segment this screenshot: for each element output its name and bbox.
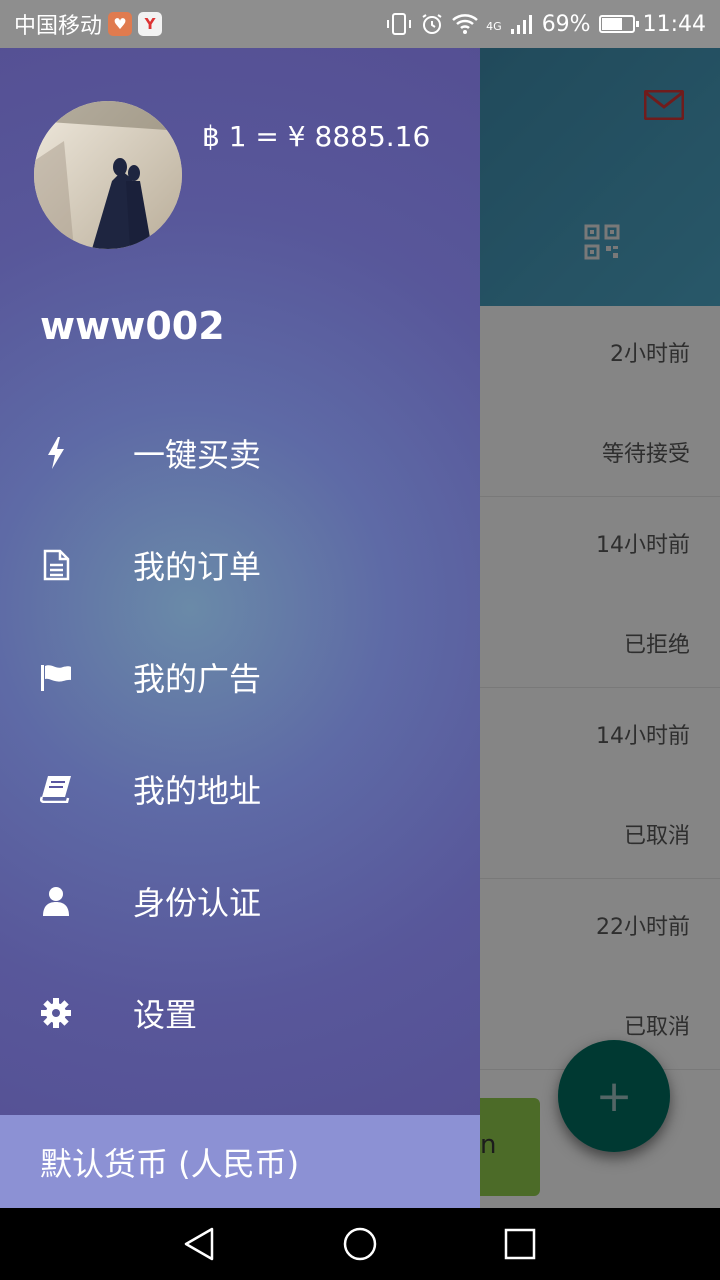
alarm-icon bbox=[422, 14, 442, 34]
recents-icon[interactable] bbox=[502, 1226, 538, 1262]
menu-item-label: 身份认证 bbox=[133, 884, 262, 922]
menu-item-quick-trade[interactable]: 一键买卖 bbox=[0, 397, 480, 509]
status-bar: 中国移动 ♥ Y 4G 69% 11:44 bbox=[0, 0, 720, 48]
health-app-notification-icon: ♥ bbox=[108, 12, 133, 36]
gear-icon bbox=[40, 997, 72, 1029]
bolt-icon bbox=[40, 437, 72, 469]
battery-icon bbox=[598, 15, 639, 33]
default-currency-selector[interactable]: 默认货币 (人民币) bbox=[0, 1115, 480, 1208]
battery-percent: 69% bbox=[541, 11, 591, 37]
navigation-drawer: ฿ 1 = ¥ 8885.16 www002 一键买卖 我的订单 我的广告 我的… bbox=[0, 48, 480, 1208]
menu-item-my-ads[interactable]: 我的广告 bbox=[0, 621, 480, 733]
avatar-photo bbox=[34, 101, 182, 249]
menu-item-my-address[interactable]: 我的地址 bbox=[0, 733, 480, 845]
menu-item-identity-verification[interactable]: 身份认证 bbox=[0, 845, 480, 957]
home-icon[interactable] bbox=[342, 1226, 378, 1262]
network-type: 4G bbox=[486, 19, 502, 33]
fab-scrim bbox=[558, 1040, 670, 1152]
exchange-rate: ฿ 1 = ¥ 8885.16 bbox=[202, 120, 431, 153]
menu-item-label: 我的地址 bbox=[133, 772, 262, 810]
menu-item-label: 设置 bbox=[133, 996, 198, 1034]
menu-item-settings[interactable]: 设置 bbox=[0, 957, 480, 1069]
menu-item-label: 一键买卖 bbox=[133, 436, 262, 474]
flag-icon bbox=[40, 661, 72, 693]
carrier-name: 中国移动 bbox=[14, 14, 103, 39]
menu-item-label: 我的订单 bbox=[133, 548, 262, 586]
clock: 11:44 bbox=[642, 11, 706, 37]
user-icon bbox=[40, 885, 72, 917]
wifi-icon bbox=[452, 14, 478, 34]
menu-item-label: 我的广告 bbox=[133, 660, 262, 698]
book-icon bbox=[40, 773, 72, 805]
default-currency-label: 默认货币 (人民币) bbox=[40, 1144, 300, 1183]
vibrate-icon bbox=[387, 13, 412, 35]
avatar[interactable] bbox=[34, 101, 182, 249]
yen-app-notification-icon: Y bbox=[138, 12, 163, 36]
username: www002 bbox=[40, 304, 225, 348]
signal-icon bbox=[510, 15, 532, 34]
document-icon bbox=[40, 549, 72, 581]
system-navigation-bar bbox=[0, 1208, 720, 1280]
menu-item-my-orders[interactable]: 我的订单 bbox=[0, 509, 480, 621]
back-icon[interactable] bbox=[182, 1226, 218, 1262]
